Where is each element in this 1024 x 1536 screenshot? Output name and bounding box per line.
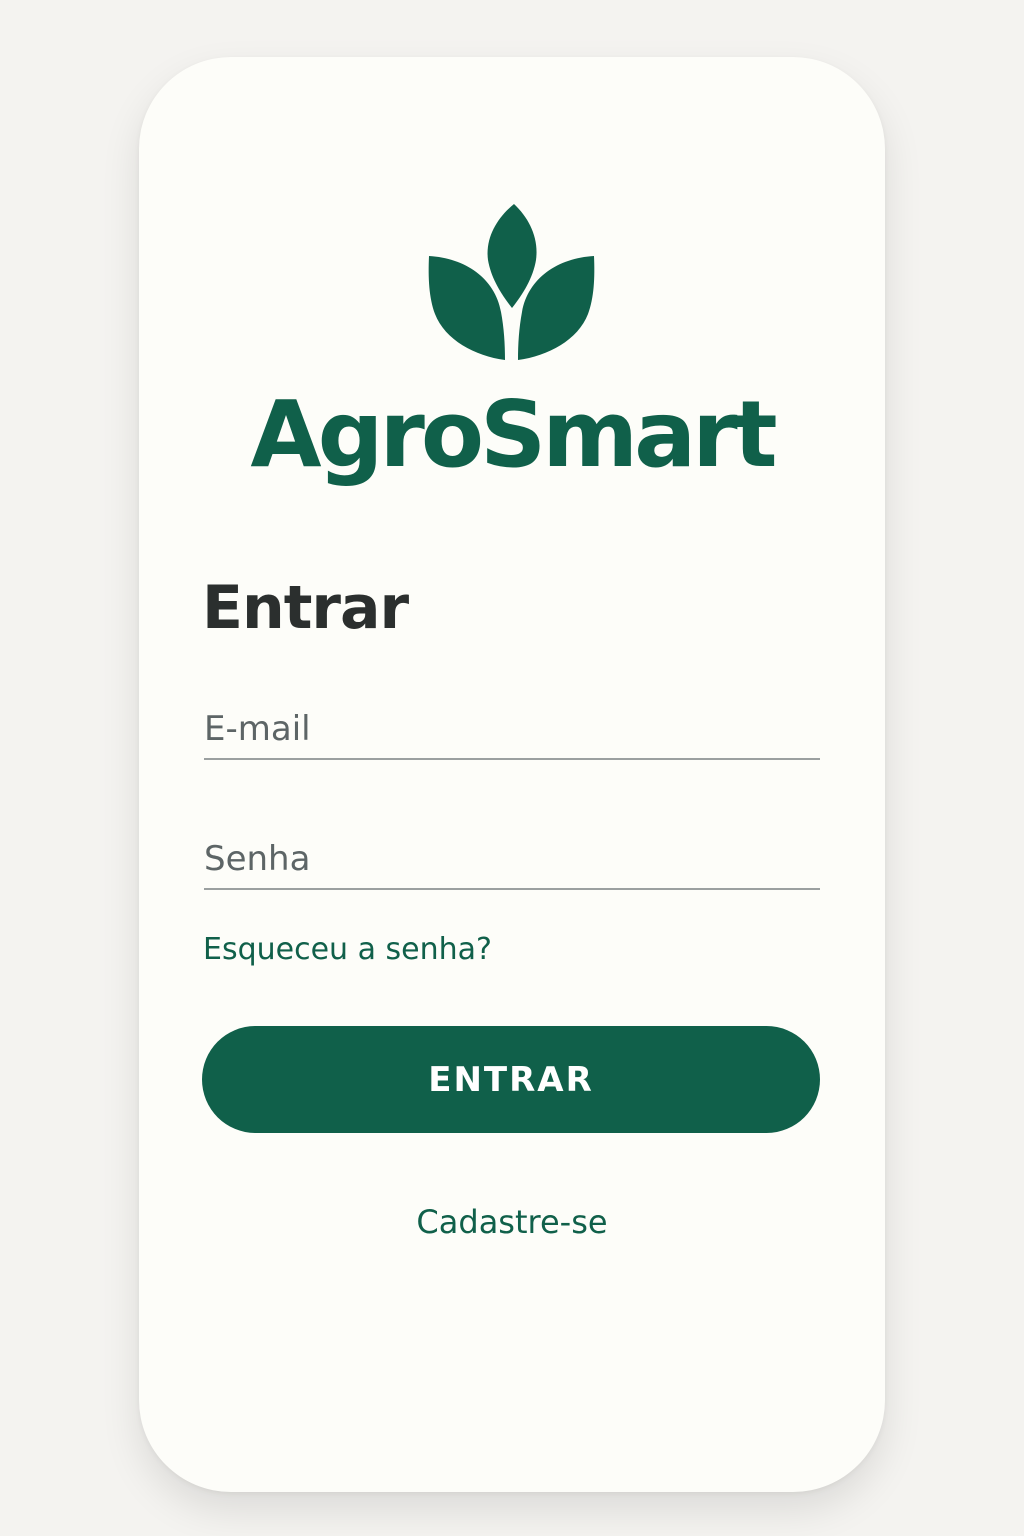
forgot-password-link[interactable]: Esqueceu a senha? <box>203 930 492 970</box>
page-title: Entrar <box>202 573 409 643</box>
password-field-wrapper <box>204 830 820 890</box>
login-button[interactable]: ENTRAR <box>202 1026 820 1133</box>
leaf-sprout-icon <box>428 204 595 360</box>
email-field[interactable] <box>204 700 820 760</box>
signup-link[interactable]: Cadastre-se <box>0 1200 1024 1244</box>
email-field-wrapper <box>204 700 820 760</box>
password-field[interactable] <box>204 830 820 890</box>
brand-wordmark: AgroSmart <box>250 381 777 488</box>
